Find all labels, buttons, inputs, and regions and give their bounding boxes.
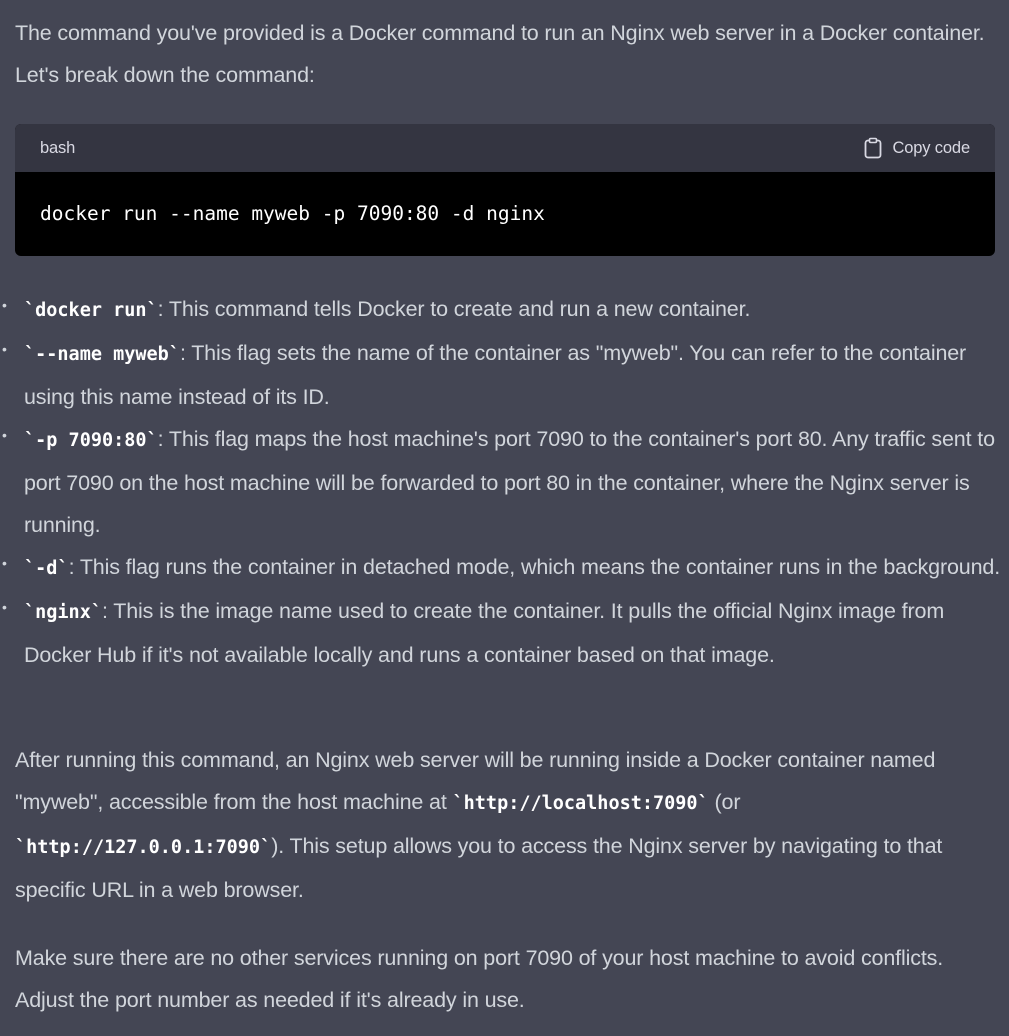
list-item-text: : This command tells Docker to create an… xyxy=(157,297,751,321)
code-line: docker run --name myweb -p 7090:80 -d ng… xyxy=(40,202,545,225)
intro-paragraph: The command you've provided is a Docker … xyxy=(15,21,985,87)
bullet-dot: • xyxy=(2,297,7,313)
list-item-text: : This is the image name used to create … xyxy=(24,599,945,667)
option-list: • `docker run`: This command tells Docker… xyxy=(0,288,1005,676)
clipboard-icon xyxy=(863,137,883,159)
list-item-text: : This flag runs the container in detach… xyxy=(68,555,1001,579)
chat-response: The command you've provided is a Docker … xyxy=(0,0,1009,1036)
closing-paragraph: Make sure there are no other services ru… xyxy=(15,946,944,1012)
inline-code-url: `http://localhost:7090` xyxy=(452,793,709,814)
code-content: docker run --name myweb -p 7090:80 -d ng… xyxy=(15,172,995,256)
inline-code-url: `http://127.0.0.1:7090` xyxy=(15,837,272,858)
copy-code-label: Copy code xyxy=(892,139,970,157)
inline-code: `--name myweb` xyxy=(24,344,180,365)
list-item: • `nginx`: This is the image name used to… xyxy=(0,590,1005,676)
list-item: • `--name myweb`: This flag sets the name… xyxy=(0,332,1005,418)
code-language-label: bash xyxy=(40,139,76,157)
summary-paragraph: After running this command, an Nginx web… xyxy=(15,739,1000,911)
list-item-text: : This flag maps the host machine's port… xyxy=(24,427,995,537)
list-item: • `-d`: This flag runs the container in d… xyxy=(0,546,1005,590)
inline-code: `-p 7090:80` xyxy=(24,430,158,451)
copy-code-button[interactable]: Copy code xyxy=(863,124,970,172)
inline-code: `-d` xyxy=(24,558,69,579)
bullet-dot: • xyxy=(2,555,7,571)
inline-code: `docker run` xyxy=(24,300,158,321)
code-block-header: bash Copy code xyxy=(15,124,995,172)
bullet-dot: • xyxy=(2,599,7,615)
list-item: • `docker run`: This command tells Docker… xyxy=(0,288,1005,332)
summary-text: (or xyxy=(708,790,741,814)
bullet-dot: • xyxy=(2,427,7,443)
list-item: • `-p 7090:80`: This flag maps the host m… xyxy=(0,418,1005,546)
inline-code: `nginx` xyxy=(24,602,102,623)
bullet-dot: • xyxy=(2,341,7,357)
code-block: bash Copy code docker run --name myweb -… xyxy=(15,124,995,256)
